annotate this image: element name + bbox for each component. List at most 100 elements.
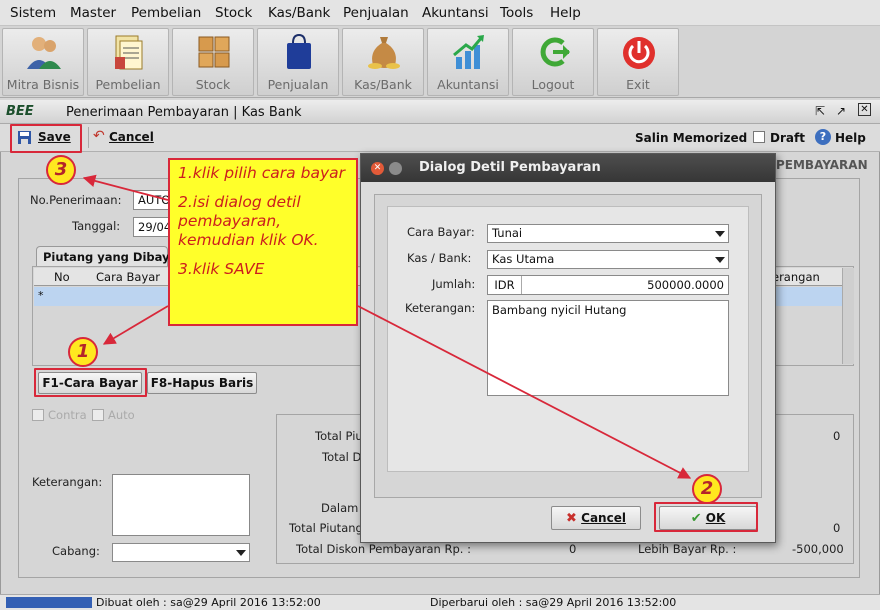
- boxes-icon: [198, 36, 230, 68]
- purchase-icon: [115, 35, 143, 70]
- auto-checkbox[interactable]: [92, 409, 104, 421]
- cabang-select[interactable]: [112, 543, 250, 562]
- menu-akuntansi[interactable]: Akuntansi: [422, 5, 489, 21]
- dialog-title-bar: ✕ Dialog Detil Pembayaran: [361, 154, 775, 182]
- kas-bank-label: Kas / Bank:: [407, 251, 472, 265]
- menu-penjualan[interactable]: Penjualan: [343, 5, 409, 21]
- cara-bayar-value: Tunai: [492, 226, 523, 240]
- currency-label: IDR: [488, 276, 522, 294]
- no-penerimaan-label: No.Penerimaan:: [30, 193, 122, 207]
- row-marker: *: [38, 289, 44, 302]
- form-toolbar: Save ↶ Cancel Salin Memorized Draft ? He…: [0, 124, 880, 152]
- inner-title-bar: BEE Penerimaan Pembayaran | Kas Bank ⇱ ↗…: [0, 100, 880, 124]
- logout-icon: [540, 37, 570, 67]
- menu-sistem[interactable]: Sistem: [10, 5, 56, 21]
- f1-highlight: [34, 368, 147, 397]
- total-diskon-label: Total Diskon Pembayaran Rp. :: [296, 542, 471, 556]
- money-bag-icon: [368, 37, 400, 69]
- note-step-3: 3.klik SAVE: [178, 260, 265, 278]
- amount-value: 500000.0000: [647, 278, 724, 292]
- total-piutang-value: 0: [833, 521, 841, 535]
- dialog-cancel-button[interactable]: ✖ Cancel: [551, 506, 641, 530]
- menu-stock[interactable]: Stock: [215, 5, 252, 21]
- toolbar-label: Mitra Bisnis: [6, 77, 80, 92]
- dalam-label: Dalam: [321, 501, 359, 515]
- total-piu-label: Total Piu: [315, 429, 363, 443]
- tanggal-field[interactable]: 29/04: [133, 217, 173, 237]
- menu-kas-bank[interactable]: Kas/Bank: [268, 5, 330, 21]
- status-bar: Dibuat oleh : sa@29 April 2016 13:52:00 …: [0, 594, 880, 610]
- keterangan-textarea[interactable]: [112, 474, 250, 536]
- updated-by: Diperbarui oleh : sa@29 April 2016 13:52…: [430, 596, 677, 609]
- toolbar-akuntansi[interactable]: Akuntansi: [427, 28, 509, 96]
- dialog-keterangan-label: Keterangan:: [405, 301, 476, 315]
- people-icon: [27, 37, 61, 69]
- created-by: Dibuat oleh : sa@29 April 2016 13:52:00: [96, 596, 321, 609]
- menu-tools[interactable]: Tools: [500, 5, 533, 21]
- total-d-label: Total D: [322, 450, 362, 464]
- shopping-bag-icon: [287, 33, 311, 69]
- dialog-title: Dialog Detil Pembayaran: [419, 160, 601, 175]
- close-icon[interactable]: ✕: [858, 103, 871, 116]
- main-toolbar: Mitra Bisnis Pembelian Stock Penjualan K…: [0, 26, 880, 98]
- toolbar-stock[interactable]: Stock: [172, 28, 254, 96]
- help-icon[interactable]: ?: [815, 129, 831, 145]
- menu-master[interactable]: Master: [70, 5, 116, 21]
- kas-bank-select[interactable]: Kas Utama: [487, 250, 729, 269]
- contra-label: Contra: [48, 408, 87, 422]
- cancel-label: Cancel: [109, 130, 154, 144]
- col-keterangan: erangan: [772, 270, 820, 284]
- toolbar-exit[interactable]: Exit: [597, 28, 679, 96]
- col-no: No: [54, 270, 70, 284]
- dialog-minimize-icon[interactable]: [389, 162, 402, 175]
- dialog-close-icon[interactable]: ✕: [371, 162, 384, 175]
- total-piutang-label: Total Piutang: [289, 521, 363, 535]
- toolbar-label: Kas/Bank: [354, 77, 412, 92]
- f8-hapus-baris-button[interactable]: F8-Hapus Baris: [147, 372, 257, 394]
- jumlah-label: Jumlah:: [432, 277, 476, 291]
- grid-scrollbar[interactable]: [842, 268, 854, 364]
- restore-icon[interactable]: ⇱: [815, 104, 825, 118]
- progress-bar: [6, 597, 92, 608]
- dialog-keterangan-textarea[interactable]: Bambang nyicil Hutang: [487, 300, 729, 396]
- save-highlight: [10, 124, 82, 153]
- maximize-icon[interactable]: ↗: [836, 104, 846, 118]
- keterangan-label: Keterangan:: [32, 475, 103, 489]
- note-step-1: 1.klik pilih cara bayar: [178, 164, 345, 182]
- help-label[interactable]: Help: [835, 131, 866, 145]
- toolbar-mitra-bisnis[interactable]: Mitra Bisnis: [2, 28, 84, 96]
- tab-piutang-label: Piutang yang Dibay: [43, 250, 170, 264]
- draft-label: Draft: [770, 131, 805, 145]
- bee-logo: BEE: [6, 104, 34, 119]
- cancel-x-icon: ✖: [566, 511, 577, 526]
- cancel-button[interactable]: ↶ Cancel: [88, 127, 156, 148]
- draft-checkbox[interactable]: [753, 131, 765, 143]
- cara-bayar-select[interactable]: Tunai: [487, 224, 729, 243]
- power-icon: [623, 37, 655, 69]
- salin-memorized-button[interactable]: Salin Memorized: [635, 131, 747, 145]
- toolbar-logout[interactable]: Logout: [512, 28, 594, 96]
- step-badge-1: 1: [68, 337, 98, 367]
- toolbar-kas-bank[interactable]: Kas/Bank: [342, 28, 424, 96]
- toolbar-penjualan[interactable]: Penjualan: [257, 28, 339, 96]
- menu-bar: Sistem Master Pembelian Stock Kas/Bank P…: [0, 0, 880, 26]
- section-title: PEMBAYARAN: [776, 158, 868, 172]
- contra-checkbox[interactable]: [32, 409, 44, 421]
- instruction-note: 1.klik pilih cara bayar 2.isi dialog det…: [168, 158, 358, 326]
- toolbar-pembelian[interactable]: Pembelian: [87, 28, 169, 96]
- jumlah-field[interactable]: IDR 500000.0000: [487, 275, 729, 295]
- note-step-2: 2.isi dialog detil pembayaran, kemudian …: [178, 193, 319, 249]
- total-diskon-value: 0: [569, 542, 577, 556]
- dialog-cancel-label: Cancel: [581, 511, 626, 525]
- menu-help[interactable]: Help: [550, 5, 581, 21]
- toolbar-label: Penjualan: [267, 77, 329, 92]
- kas-bank-value: Kas Utama: [492, 252, 555, 266]
- menu-pembelian[interactable]: Pembelian: [131, 5, 201, 21]
- step-badge-3: 3: [46, 155, 76, 185]
- tanggal-label: Tanggal:: [72, 219, 121, 233]
- window-title: Penerimaan Pembayaran | Kas Bank: [66, 105, 302, 120]
- tab-piutang[interactable]: Piutang yang Dibay: [36, 246, 170, 266]
- ok-highlight: [654, 502, 758, 532]
- no-penerimaan-field[interactable]: AUTO: [133, 190, 173, 210]
- undo-icon: ↶: [93, 128, 105, 144]
